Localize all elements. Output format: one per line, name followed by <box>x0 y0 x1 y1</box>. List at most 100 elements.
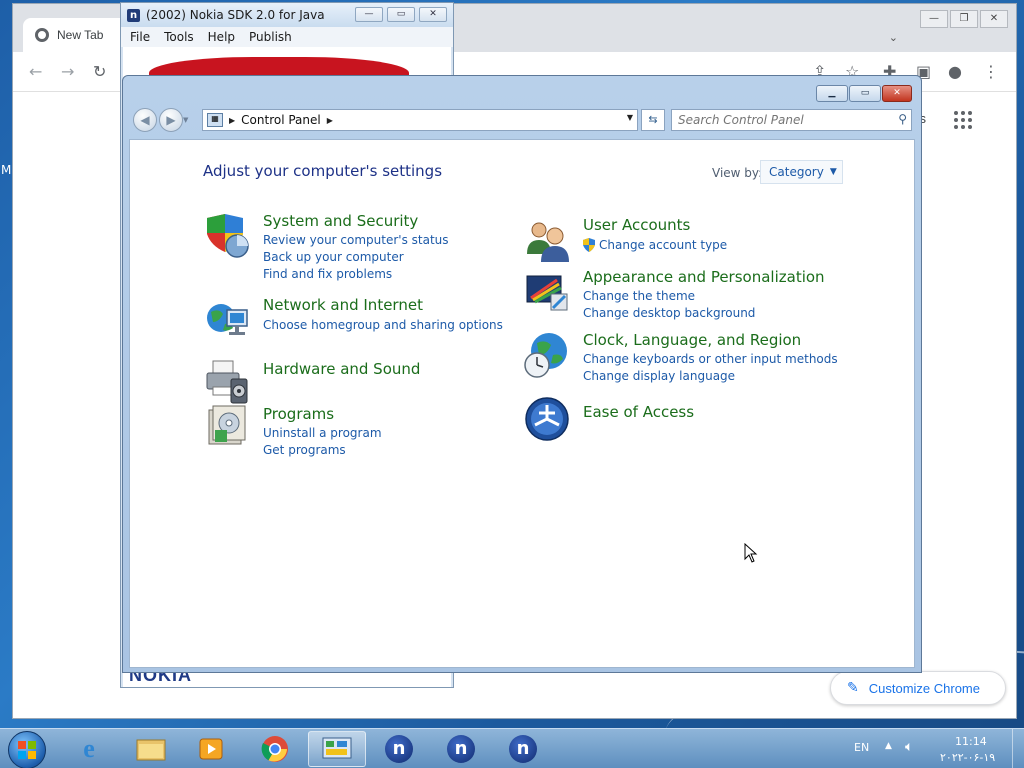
menu-tools[interactable]: Tools <box>164 30 194 44</box>
cp-maximize-button[interactable]: ▭ <box>849 85 881 102</box>
windows-logo-icon <box>18 741 36 759</box>
menu-publish[interactable]: Publish <box>249 30 292 44</box>
show-desktop-button[interactable] <box>1012 729 1024 768</box>
language-indicator[interactable]: EN <box>854 741 869 754</box>
taskbar-nokia-3[interactable]: n <box>494 731 552 767</box>
mouse-cursor-icon <box>744 543 758 563</box>
taskbar-chrome[interactable] <box>246 731 304 767</box>
media-player-icon <box>199 738 223 760</box>
menu-file[interactable]: File <box>130 30 150 44</box>
category-title[interactable]: Clock, Language, and Region <box>583 331 801 349</box>
link-change-display-language[interactable]: Change display language <box>583 369 735 383</box>
back-arrow-icon[interactable]: ← <box>29 62 42 81</box>
category-title[interactable]: System and Security <box>263 212 418 230</box>
printer-speaker-icon <box>206 360 248 404</box>
nokia-n-icon: n <box>509 735 537 763</box>
search-input[interactable] <box>678 112 883 128</box>
forward-arrow-icon[interactable]: → <box>61 62 74 81</box>
pencil-icon: ✎ <box>847 680 859 696</box>
control-panel-small-icon: ▦ <box>207 113 223 127</box>
chrome-close-button[interactable]: ✕ <box>980 10 1008 28</box>
reload-icon[interactable]: ↻ <box>93 62 106 81</box>
category-clock-language-region: Clock, Language, and Region Change keybo… <box>523 331 853 391</box>
cp-caption-buttons: ▁ ▭ ✕ <box>816 85 912 102</box>
chrome-minimize-button[interactable]: — <box>920 10 948 28</box>
category-ease-of-access: Ease of Access <box>523 395 853 445</box>
breadcrumb-arrow-icon[interactable]: ▶ <box>229 116 235 125</box>
nokia-maximize-button[interactable]: ▭ <box>387 7 415 22</box>
back-button-icon[interactable]: ◀ <box>133 108 157 132</box>
nokia-n-shield-icon: n <box>447 735 475 763</box>
taskbar: e n n n EN ▲ 🔈︎ 11:14 ۲۰۲۲-۰۶-۱۹ <box>0 728 1024 768</box>
chrome-maximize-button[interactable]: ❐ <box>950 10 978 28</box>
category-title[interactable]: Network and Internet <box>263 296 423 314</box>
taskbar-media-player[interactable] <box>182 731 240 767</box>
link-change-account-type[interactable]: Change account type <box>599 238 727 252</box>
taskbar-explorer[interactable] <box>122 731 180 767</box>
taskbar-control-panel[interactable] <box>308 731 366 767</box>
taskbar-nokia-1[interactable]: n <box>370 731 428 767</box>
menu-help[interactable]: Help <box>208 30 235 44</box>
nokia-logo-icon: n <box>127 8 140 22</box>
link-homegroup-sharing[interactable]: Choose homegroup and sharing options <box>263 318 503 332</box>
cp-close-button[interactable]: ✕ <box>882 85 912 102</box>
address-bar[interactable]: ▦ ▶ Control Panel ▶ ▼ <box>202 109 638 131</box>
cp-nav-buttons: ◀ ▶ <box>131 107 183 133</box>
nokia-minimize-button[interactable]: — <box>355 7 383 22</box>
breadcrumb-control-panel[interactable]: Control Panel <box>241 113 321 127</box>
cp-minimize-button[interactable]: ▁ <box>816 85 848 102</box>
cp-content-pane: Adjust your computer's settings View by:… <box>129 139 915 668</box>
clock-time[interactable]: 11:14 <box>955 735 987 748</box>
folder-icon <box>136 739 166 761</box>
category-title[interactable]: Programs <box>263 405 334 423</box>
taskbar-internet-explorer[interactable]: e <box>60 731 118 767</box>
network-globe-icon <box>207 304 248 335</box>
link-back-up[interactable]: Back up your computer <box>263 250 404 264</box>
nokia-window-title: (2002) Nokia SDK 2.0 for Java <box>146 8 325 22</box>
link-change-desktop-background[interactable]: Change desktop background <box>583 306 755 320</box>
google-apps-icon[interactable] <box>954 111 972 129</box>
internet-explorer-icon: e <box>83 734 95 763</box>
category-title[interactable]: User Accounts <box>583 216 690 234</box>
search-box[interactable]: ⚲ <box>671 109 912 131</box>
tab-search-chevron-icon[interactable]: ⌄ <box>889 31 898 44</box>
clock-date[interactable]: ۲۰۲۲-۰۶-۱۹ <box>940 751 995 764</box>
ease-of-access-icon <box>525 397 569 441</box>
page-title: Adjust your computer's settings <box>203 162 443 180</box>
view-by-label: View by: <box>712 166 763 180</box>
category-title[interactable]: Ease of Access <box>583 403 694 421</box>
category-user-accounts: User Accounts Change account type <box>523 216 853 266</box>
volume-icon[interactable]: 🔈︎ <box>905 739 913 755</box>
view-by-dropdown[interactable]: Category ▼ <box>760 160 843 184</box>
globe-clock-icon <box>524 333 567 378</box>
nokia-close-button[interactable]: ✕ <box>419 7 447 22</box>
appearance-monitor-icon <box>526 275 568 311</box>
link-review-status[interactable]: Review your computer's status <box>263 233 449 247</box>
chrome-menu-icon[interactable]: ⋮ <box>983 62 999 81</box>
link-uninstall-program[interactable]: Uninstall a program <box>263 426 382 440</box>
address-dropdown-icon[interactable]: ▼ <box>627 113 633 122</box>
refresh-icon[interactable]: ⇆ <box>641 109 665 131</box>
customize-chrome-button[interactable]: ✎ Customize Chrome <box>830 671 1006 705</box>
shield-icon <box>207 214 249 258</box>
control-panel-window: ▁ ▭ ✕ ◀ ▶ ▼ ▦ ▶ Control Panel ▶ ▼ ⇆ ⚲ Ad… <box>122 75 922 673</box>
forward-button-icon[interactable]: ▶ <box>159 108 183 132</box>
show-hidden-icons-icon[interactable]: ▲ <box>885 741 892 751</box>
taskbar-nokia-2[interactable]: n <box>432 731 490 767</box>
programs-box-icon <box>208 405 246 445</box>
link-change-theme[interactable]: Change the theme <box>583 289 695 303</box>
breadcrumb-arrow-icon[interactable]: ▶ <box>327 116 333 125</box>
search-icon[interactable]: ⚲ <box>898 112 907 126</box>
link-change-keyboards[interactable]: Change keyboards or other input methods <box>583 352 838 366</box>
link-get-programs[interactable]: Get programs <box>263 443 346 457</box>
category-title[interactable]: Appearance and Personalization <box>583 268 825 286</box>
nokia-n-icon: n <box>385 735 413 763</box>
link-find-fix-problems[interactable]: Find and fix problems <box>263 267 392 281</box>
profile-avatar-icon[interactable]: ● <box>948 62 962 81</box>
start-button[interactable] <box>8 731 46 768</box>
category-title[interactable]: Hardware and Sound <box>263 360 420 378</box>
recent-pages-chevron-icon[interactable]: ▼ <box>183 116 188 124</box>
uac-shield-icon <box>583 238 595 252</box>
desktop-label-fragment: M <box>1 163 12 177</box>
nokia-caption-buttons: — ▭ ✕ <box>355 7 447 22</box>
